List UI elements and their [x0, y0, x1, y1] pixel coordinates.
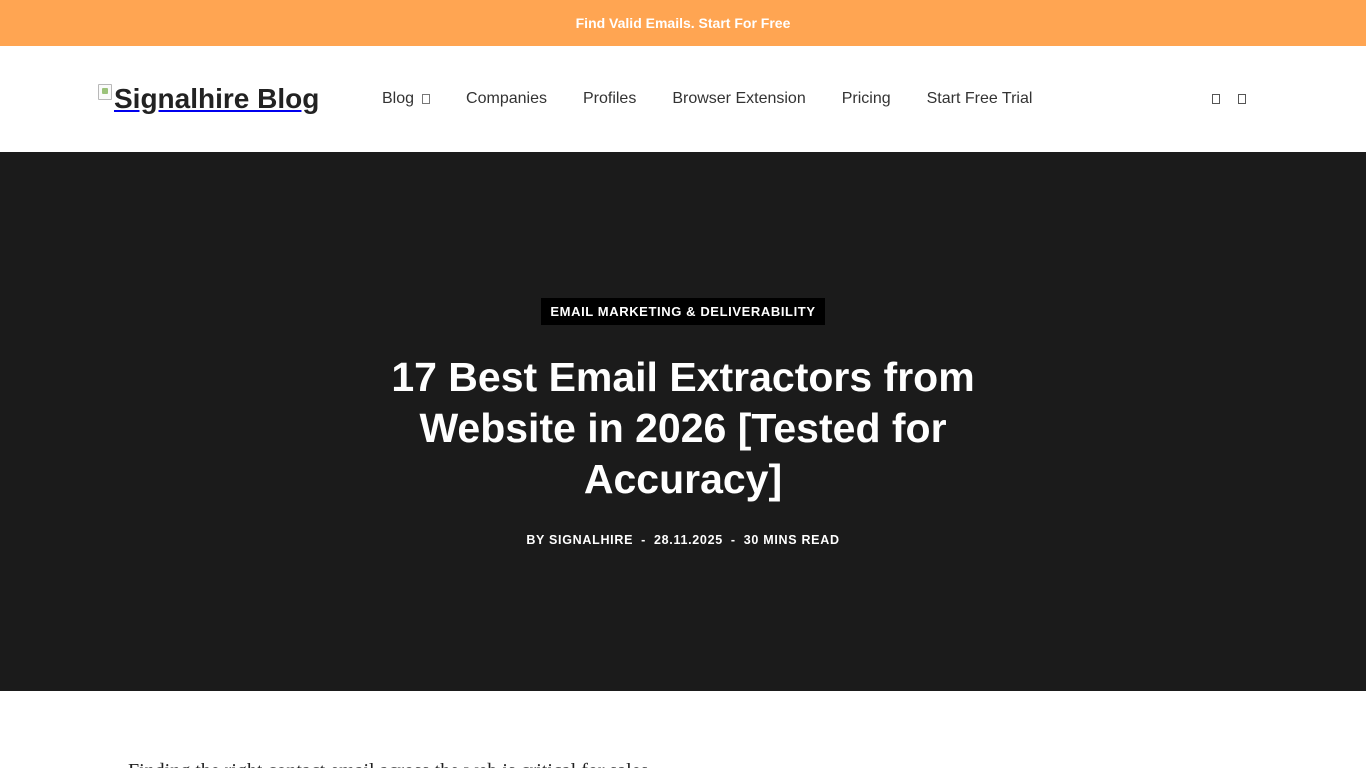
site-header: Signalhire Blog Blog Companies Profiles …: [0, 46, 1366, 152]
nav-item-browser-extension[interactable]: Browser Extension: [672, 90, 805, 108]
read-time: 30 MINS READ: [743, 533, 840, 547]
logo-alt-text: Signalhire Blog: [114, 83, 320, 114]
nav-item-label: Companies: [466, 90, 547, 107]
meta-separator: -: [641, 533, 646, 547]
nav-item-blog[interactable]: Blog: [382, 90, 431, 108]
promo-bar: Find Valid Emails. Start For Free: [0, 0, 1366, 46]
post-date: 28.11.2025: [654, 533, 723, 547]
nav-item-profiles[interactable]: Profiles: [583, 90, 636, 108]
search-icon[interactable]: [1212, 94, 1220, 104]
nav-item-pricing[interactable]: Pricing: [842, 90, 891, 108]
article-body: Finding the right contact email across t…: [0, 691, 1366, 768]
nav-item-label: Start Free Trial: [926, 90, 1033, 107]
post-hero: EMAIL MARKETING & DELIVERABILITY 17 Best…: [0, 152, 1366, 691]
menu-icon[interactable]: [1238, 94, 1246, 104]
nav-item-label: Browser Extension: [672, 90, 806, 107]
site-logo[interactable]: Signalhire Blog: [98, 82, 319, 116]
header-icons: [1212, 46, 1246, 152]
article-intro: Finding the right contact email across t…: [128, 760, 648, 768]
nav-item-label: Blog: [382, 90, 415, 107]
nav-item-companies[interactable]: Companies: [466, 90, 547, 108]
category-badge[interactable]: EMAIL MARKETING & DELIVERABILITY: [541, 298, 825, 325]
post-meta: BY SIGNALHIRE - 28.11.2025 - 30 MINS REA…: [526, 533, 839, 547]
nav-item-start-free-trial[interactable]: Start Free Trial: [927, 90, 1033, 108]
main-nav: Blog Companies Profiles Browser Extensio…: [382, 46, 1068, 152]
meta-separator: -: [730, 533, 736, 547]
nav-item-label: Profiles: [582, 90, 637, 107]
promo-link[interactable]: Find Valid Emails. Start For Free: [576, 15, 791, 31]
nav-item-label: Pricing: [841, 90, 891, 107]
broken-image-icon: [98, 84, 112, 100]
author-link[interactable]: BY SIGNALHIRE: [526, 533, 633, 547]
chevron-down-icon: [422, 94, 431, 104]
post-title: 17 Best Email Extractors from Website in…: [391, 354, 975, 502]
